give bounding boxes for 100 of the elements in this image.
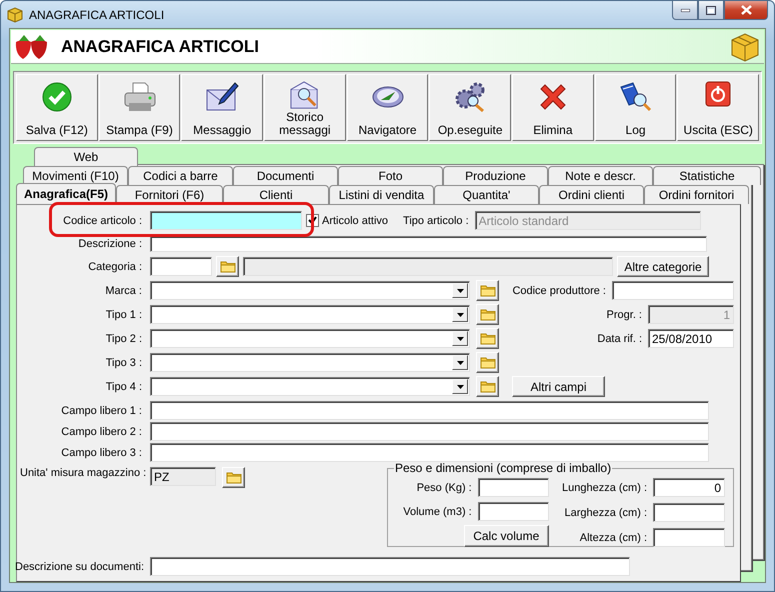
field-label: Descrizione su documenti: — [15, 560, 142, 572]
text-field[interactable] — [150, 557, 630, 576]
toolbar-button[interactable]: Stampa (F9) — [98, 74, 180, 141]
tab[interactable]: Ordini fornitori — [644, 185, 749, 204]
text-field[interactable] — [150, 401, 709, 420]
tab[interactable]: Anagrafica(F5) — [16, 183, 116, 204]
box-icon — [7, 6, 23, 22]
altri-campi-button[interactable]: Altri campi — [512, 376, 605, 397]
calc-volume-button[interactable]: Calc volume — [464, 525, 549, 547]
text-field[interactable] — [612, 281, 734, 300]
dropdown-field[interactable] — [150, 353, 470, 372]
maximize-button[interactable] — [698, 1, 724, 20]
toolbar-button[interactable]: Navigatore — [346, 74, 428, 141]
window-title: ANAGRAFICA ARTICOLI — [29, 8, 166, 22]
text-field[interactable]: PZ — [150, 467, 216, 486]
tab[interactable]: Listini di vendita — [329, 185, 434, 204]
toolbar-button[interactable]: Elimina — [512, 74, 594, 141]
field-label: Larghezza (cm) : — [564, 506, 647, 518]
field-label: Marca : — [104, 284, 142, 296]
folder-icon — [220, 260, 236, 273]
folder-icon — [480, 332, 496, 345]
folder-button[interactable] — [476, 280, 499, 301]
dropdown-caret-icon — [456, 384, 464, 388]
field-label: Tipo articolo : — [403, 214, 469, 226]
dropdown-caret-icon — [456, 336, 464, 340]
category-description-field[interactable] — [243, 257, 613, 276]
field-label: Progr. : — [606, 308, 642, 320]
toolbar-button[interactable]: Storico messaggi — [264, 74, 346, 141]
tab[interactable]: Foto — [338, 166, 443, 185]
altre-categorie-button[interactable]: Altre categorie — [617, 256, 709, 277]
toolbar-button[interactable]: Op.eseguite — [429, 74, 512, 141]
tab[interactable]: Produzione — [443, 166, 548, 185]
toolbar-button[interactable]: Messaggio — [181, 74, 264, 141]
field-label: Tipo 2 : — [104, 332, 142, 344]
tab[interactable]: Statistiche — [653, 166, 761, 185]
text-field[interactable] — [478, 478, 549, 497]
field-label: Descrizione : — [77, 238, 142, 250]
folder-button[interactable] — [476, 328, 499, 349]
field-label: Peso (Kg) : — [416, 482, 472, 494]
field-label: Tipo 3 : — [104, 356, 142, 368]
dropdown-caret-icon — [456, 360, 464, 364]
field-label: Codice articolo : — [62, 214, 142, 226]
envelope-pen-icon — [205, 81, 240, 113]
folder-button[interactable] — [476, 376, 499, 397]
minimize-button[interactable] — [672, 1, 698, 20]
tab[interactable]: Note e descr. — [548, 166, 653, 185]
toolbar-button[interactable]: Salva (F12) — [16, 74, 98, 141]
field-label: Volume (m3) : — [403, 506, 472, 518]
field-label: Data rif. : — [597, 332, 642, 344]
folder-button[interactable] — [476, 304, 499, 325]
tab[interactable]: Codici a barre — [128, 166, 233, 185]
group-title: Peso e dimensioni (comprese di imballo) — [394, 461, 612, 475]
box-icon — [730, 32, 760, 62]
text-field[interactable] — [150, 422, 709, 441]
field-label: Campo libero 3 : — [60, 446, 142, 458]
checkmark-icon — [40, 81, 73, 113]
field-label: Campo libero 2 : — [60, 426, 142, 438]
folder-icon — [480, 380, 496, 393]
minimize-icon — [680, 8, 690, 12]
maximize-icon — [706, 6, 716, 14]
text-field[interactable] — [653, 528, 725, 547]
folder-icon — [480, 308, 496, 321]
header-title: ANAGRAFICA ARTICOLI — [61, 36, 260, 56]
dropdown-caret-icon — [456, 288, 464, 292]
tab[interactable]: Web — [34, 147, 138, 166]
text-field[interactable] — [150, 211, 302, 230]
field-label: Campo libero 1 : — [60, 404, 142, 416]
tab[interactable]: Movimenti (F10) — [23, 166, 128, 185]
text-field[interactable]: 25/08/2010 — [648, 329, 734, 348]
field-label: Categoria : — [87, 260, 142, 272]
power-icon — [705, 81, 732, 107]
text-field[interactable]: 0 — [653, 478, 725, 497]
dropdown-field[interactable] — [150, 377, 470, 396]
folder-button[interactable] — [476, 352, 499, 373]
toolbar-button[interactable]: Uscita (ESC) — [677, 74, 760, 141]
tab[interactable]: Quantita' — [434, 185, 539, 204]
folder-button[interactable] — [222, 467, 245, 488]
text-field[interactable] — [150, 236, 707, 252]
folder-icon — [480, 284, 496, 297]
text-field[interactable] — [478, 502, 549, 521]
close-button[interactable] — [724, 1, 768, 20]
book-magnifier-icon — [618, 81, 653, 113]
dropdown-field[interactable] — [150, 305, 470, 324]
field-label: Lunghezza (cm) : — [562, 482, 647, 494]
text-field[interactable] — [653, 503, 725, 522]
dropdown-field[interactable] — [150, 281, 470, 300]
field-label: Tipo 4 : — [104, 380, 142, 392]
toolbar-button[interactable]: Log — [594, 74, 676, 141]
tab[interactable]: Documenti — [233, 166, 338, 185]
field-label: Altezza (cm) : — [580, 532, 647, 544]
close-icon — [740, 5, 752, 15]
folder-button[interactable] — [216, 256, 239, 277]
text-field[interactable] — [150, 257, 212, 276]
dropdown-caret-icon — [456, 312, 464, 316]
tab[interactable]: Clienti — [223, 185, 329, 204]
field-label: Codice produttore : — [512, 284, 606, 296]
text-field[interactable] — [150, 443, 709, 462]
printer-icon — [122, 81, 156, 113]
tab[interactable]: Ordini clienti — [539, 185, 644, 204]
dropdown-field[interactable] — [150, 329, 470, 348]
